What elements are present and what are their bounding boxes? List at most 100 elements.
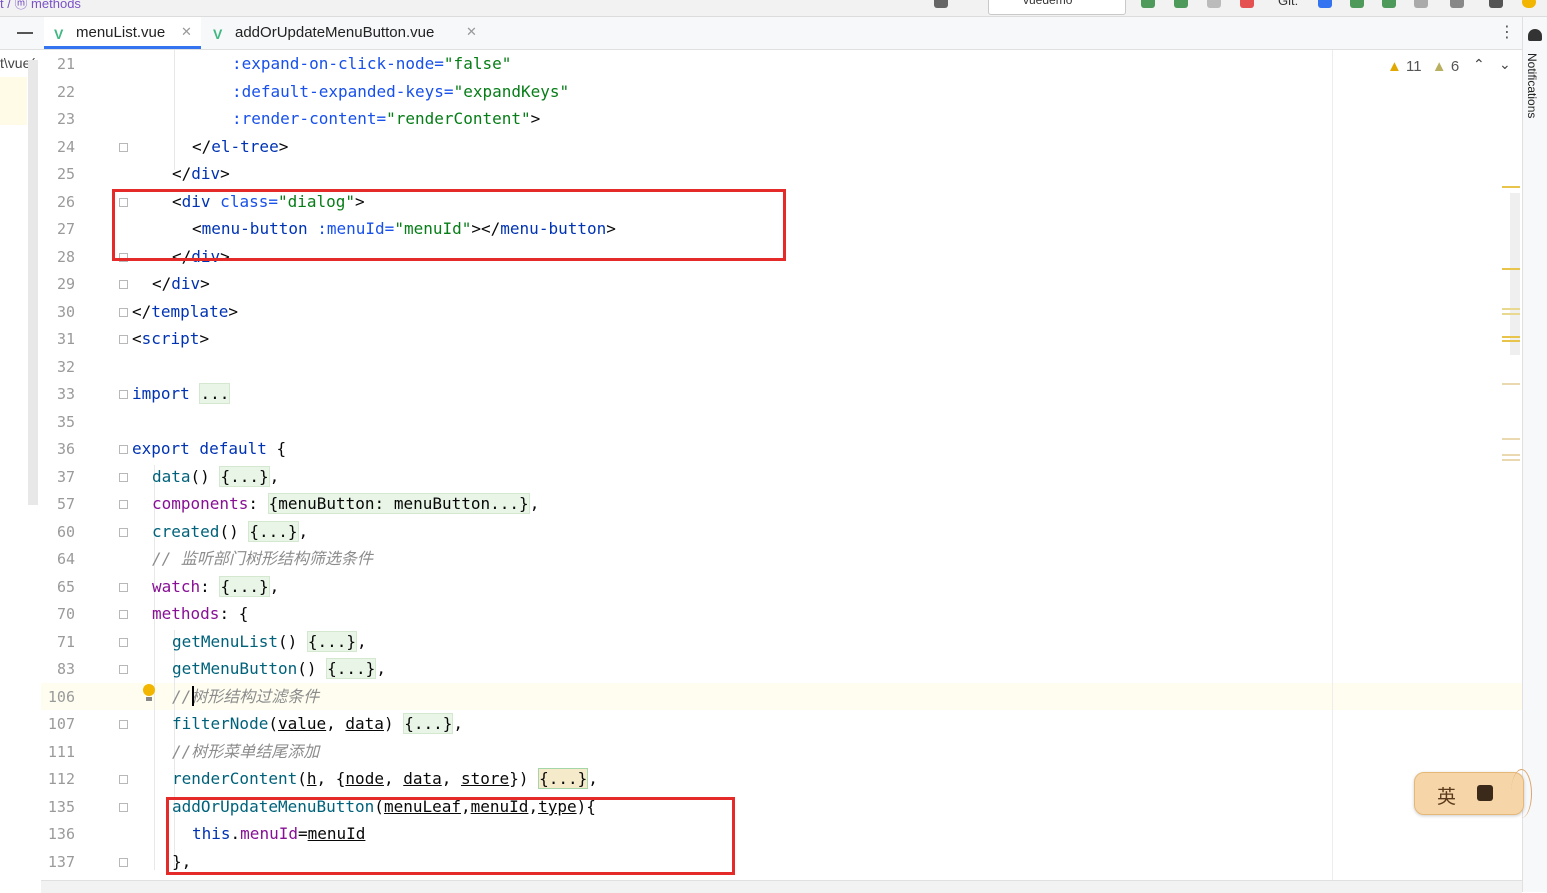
fold-marker-icon[interactable] [119,280,128,289]
line-number[interactable]: 23 [43,109,75,129]
line-number[interactable]: 64 [43,549,75,569]
code-line[interactable]: created() {...}, [152,521,308,542]
stripe-mark[interactable] [1502,186,1520,188]
line-number[interactable]: 112 [43,769,75,789]
error-stripe[interactable] [1510,50,1522,880]
breadcrumb[interactable]: t / ⓜ methods [0,0,81,12]
inspection-widget[interactable]: ▲ 11 ▲ 6 [1387,58,1459,75]
close-icon[interactable]: ✕ [466,24,477,40]
code-line[interactable]: :expand-on-click-node="false" [232,54,511,74]
fold-marker-icon[interactable] [119,528,128,537]
line-number[interactable]: 65 [43,577,75,597]
line-number[interactable]: 27 [43,219,75,239]
tab-addorupdatemenubutton-vue[interactable]: V addOrUpdateMenuButton.vue ✕ [203,17,486,49]
fold-marker-icon[interactable] [119,583,128,592]
code-line[interactable]: </div> [172,164,230,184]
line-number[interactable]: 28 [43,247,75,267]
git-push-icon[interactable] [1382,0,1396,8]
previous-highlight-icon[interactable]: ⌃ [1473,57,1485,73]
line-number[interactable]: 136 [43,824,75,844]
line-number[interactable]: 21 [43,54,75,74]
stripe-mark[interactable] [1502,268,1520,270]
horizontal-scrollbar[interactable] [41,880,1522,893]
code-line[interactable]: // 监听部门树形结构筛选条件 [152,549,373,569]
run-configuration-selector[interactable]: vuedemo [988,0,1126,15]
fold-marker-icon[interactable] [119,445,128,454]
line-number[interactable]: 83 [43,659,75,679]
notifications-label[interactable]: Notifications [1525,53,1539,118]
stripe-mark[interactable] [1502,383,1520,385]
editor-scrollbar[interactable] [1510,193,1520,355]
ide-logo-icon[interactable] [1522,0,1536,8]
minimize-icon[interactable] [17,32,33,34]
line-number[interactable]: 35 [43,412,75,432]
user-icon[interactable] [934,0,948,8]
run-icon[interactable] [1141,0,1155,8]
stripe-mark[interactable] [1502,336,1520,338]
code-line[interactable]: components: {menuButton: menuButton...}, [152,493,539,514]
stripe-mark[interactable] [1502,313,1520,315]
line-number[interactable]: 30 [43,302,75,322]
stripe-mark[interactable] [1502,459,1520,461]
code-line[interactable]: getMenuList() {...}, [172,631,367,652]
fold-marker-icon[interactable] [119,473,128,482]
code-line[interactable]: :render-content="renderContent"> [232,109,540,129]
coverage-icon[interactable] [1207,0,1221,8]
line-number[interactable]: 29 [43,274,75,294]
line-number[interactable]: 22 [43,82,75,102]
notifications-sidebar[interactable]: Notifications [1522,17,1547,892]
fold-marker-icon[interactable] [119,335,128,344]
stripe-mark[interactable] [1502,340,1520,342]
code-line[interactable]: </template> [132,302,238,322]
stripe-mark[interactable] [1502,454,1520,456]
git-commit-icon[interactable] [1350,0,1364,8]
debug-icon[interactable] [1174,0,1188,8]
code-line[interactable]: import ... [132,383,231,404]
code-line[interactable]: renderContent(h, {node, data, store}) {.… [172,768,598,789]
code-line[interactable]: export default { [132,439,286,459]
fold-marker-icon[interactable] [119,803,128,812]
line-number[interactable]: 70 [43,604,75,624]
tab-menulist-vue[interactable]: V menuList.vue ✕ [44,17,201,49]
project-selected-row[interactable] [0,77,27,125]
line-number[interactable]: 135 [43,797,75,817]
fold-marker-icon[interactable] [119,500,128,509]
line-number[interactable]: 107 [43,714,75,734]
line-number[interactable]: 60 [43,522,75,542]
lightbulb-icon[interactable] [143,684,155,696]
stop-icon[interactable] [1240,0,1254,8]
code-line[interactable]: getMenuButton() {...}, [172,658,386,679]
fold-marker-icon[interactable] [119,638,128,647]
line-number[interactable]: 71 [43,632,75,652]
code-line[interactable]: :default-expanded-keys="expandKeys" [232,82,569,102]
stripe-mark[interactable] [1502,308,1520,310]
ime-toolbar[interactable]: 英 [1414,769,1532,818]
code-line[interactable]: filterNode(value, data) {...}, [172,713,463,734]
fold-marker-icon[interactable] [119,858,128,867]
more-options-icon[interactable]: ⋮ [1499,22,1515,41]
stripe-mark[interactable] [1502,438,1520,440]
line-number[interactable]: 32 [43,357,75,377]
line-number[interactable]: 26 [43,192,75,212]
fold-marker-icon[interactable] [119,665,128,674]
close-icon[interactable]: ✕ [181,24,192,40]
bell-icon[interactable] [1528,29,1542,41]
code-line[interactable]: watch: {...}, [152,576,279,597]
line-number[interactable]: 106 [43,687,75,707]
line-number[interactable]: 25 [43,164,75,184]
fold-marker-icon[interactable] [119,610,128,619]
fold-marker-icon[interactable] [119,775,128,784]
ime-skin-icon[interactable] [1477,785,1493,801]
ime-mode-label[interactable]: 英 [1437,782,1456,809]
line-number[interactable]: 137 [43,852,75,872]
code-line[interactable]: </div> [152,274,210,294]
line-number[interactable]: 31 [43,329,75,349]
search-icon[interactable] [1489,0,1503,8]
fold-marker-icon[interactable] [119,390,128,399]
rollback-icon[interactable] [1450,0,1464,8]
code-line[interactable]: </el-tree> [192,137,288,157]
line-number[interactable]: 111 [43,742,75,762]
code-line[interactable]: data() {...}, [152,466,279,487]
fold-marker-icon[interactable] [119,720,128,729]
line-number[interactable]: 36 [43,439,75,459]
